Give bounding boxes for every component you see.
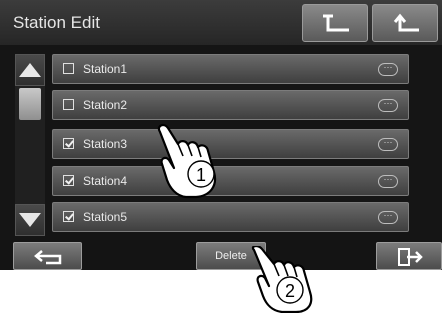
station-label: Station1: [83, 62, 128, 76]
station-label: Station5: [83, 210, 128, 224]
scroll-up-button[interactable]: [15, 54, 45, 86]
checkbox[interactable]: [63, 211, 74, 222]
more-options-icon[interactable]: ···: [378, 138, 398, 151]
triangle-up-icon: [19, 63, 41, 77]
back-button[interactable]: [13, 242, 82, 270]
pointing-hand-icon: 1: [157, 123, 217, 199]
triangle-down-icon: [19, 213, 41, 227]
scroll-thumb[interactable]: [19, 88, 41, 120]
return-top-button[interactable]: [302, 4, 368, 42]
checkbox[interactable]: [63, 175, 74, 186]
more-options-icon[interactable]: ···: [378, 175, 398, 188]
station-row[interactable]: Station1 ···: [52, 54, 409, 84]
step-number-1: 1: [196, 165, 206, 185]
station-row[interactable]: Station2 ···: [52, 90, 409, 120]
exit-icon: [398, 248, 423, 266]
checkbox[interactable]: [63, 138, 74, 149]
exit-button[interactable]: [376, 242, 442, 270]
more-options-icon[interactable]: ···: [378, 63, 398, 76]
station-row[interactable]: Station5 ···: [52, 202, 409, 232]
station-label: Station3: [83, 137, 128, 151]
more-options-icon[interactable]: ···: [378, 211, 398, 224]
checkbox[interactable]: [63, 99, 74, 110]
scroll-down-button[interactable]: [15, 204, 45, 236]
pointing-hand-icon: 2: [251, 246, 313, 313]
return-arrow-icon: [323, 14, 349, 32]
step-number-2: 2: [285, 281, 295, 301]
back-arrow-icon: [34, 250, 62, 265]
station-label: Station4: [83, 174, 128, 188]
more-options-icon[interactable]: ···: [378, 99, 398, 112]
checkbox[interactable]: [63, 63, 74, 74]
title-bar: Station Edit: [0, 0, 442, 45]
station-label: Station2: [83, 98, 128, 112]
page-title: Station Edit: [13, 13, 100, 32]
return-button[interactable]: [372, 4, 438, 42]
return-arrow-icon: [393, 13, 419, 32]
